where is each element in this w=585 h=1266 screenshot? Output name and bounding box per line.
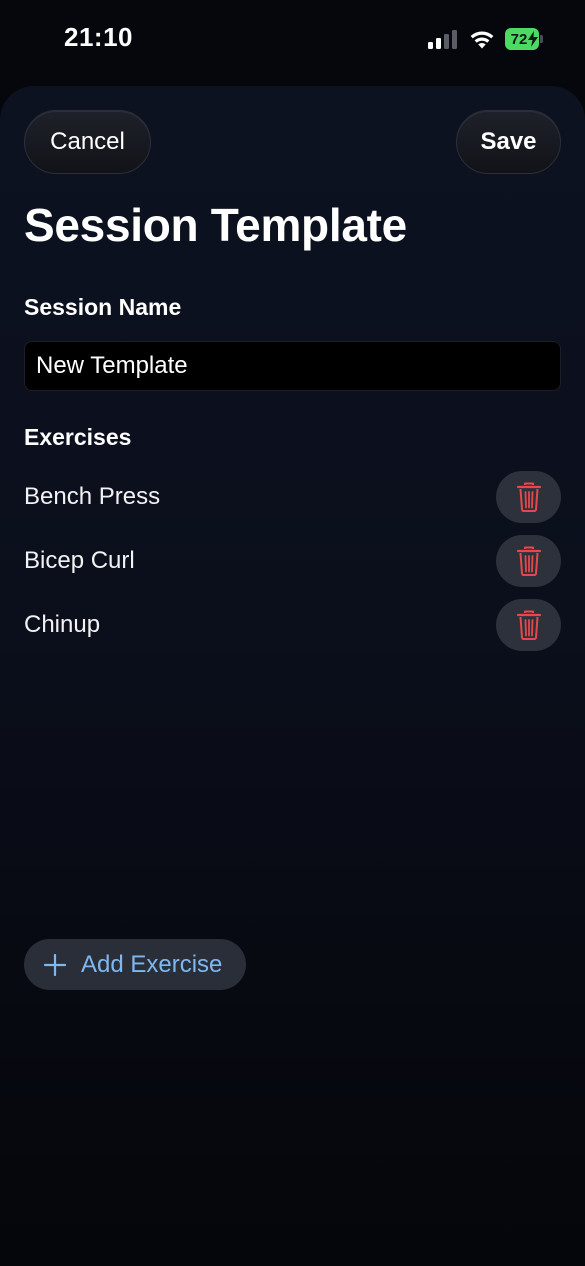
session-name-label: Session Name <box>24 294 182 320</box>
battery-level-text: 72 <box>510 30 528 48</box>
exercise-row: Bicep Curl <box>24 535 561 587</box>
exercise-row: Bench Press <box>24 471 561 523</box>
cellular-signal-icon <box>428 30 457 49</box>
cancel-button[interactable]: Cancel <box>24 110 151 174</box>
exercise-name: Chinup <box>24 611 101 638</box>
exercise-name: Bicep Curl <box>24 547 135 574</box>
delete-exercise-button[interactable] <box>496 535 561 587</box>
page-title: Session Template <box>24 199 407 251</box>
battery-level: 72 <box>505 28 539 50</box>
trash-icon <box>516 610 541 640</box>
plus-icon <box>44 953 66 976</box>
delete-exercise-button[interactable] <box>496 471 561 523</box>
wifi-icon <box>470 31 494 49</box>
trash-icon <box>516 482 541 512</box>
battery-indicator: 72 <box>505 28 545 50</box>
battery-cap <box>540 35 543 43</box>
exercise-name: Bench Press <box>24 483 161 510</box>
session-name-input[interactable] <box>24 341 561 391</box>
delete-exercise-button[interactable] <box>496 599 561 651</box>
exercises-label: Exercises <box>24 424 132 450</box>
save-button[interactable]: Save <box>456 110 561 174</box>
modal-sheet <box>0 86 585 1266</box>
status-time: 21:10 <box>64 22 133 52</box>
charging-bolt-icon <box>528 31 538 47</box>
add-exercise-button[interactable]: Add Exercise <box>24 939 246 990</box>
add-exercise-label: Add Exercise <box>81 950 223 978</box>
trash-icon <box>516 546 541 576</box>
status-bar: 21:10 72 <box>0 0 585 80</box>
exercise-row: Chinup <box>24 599 561 651</box>
